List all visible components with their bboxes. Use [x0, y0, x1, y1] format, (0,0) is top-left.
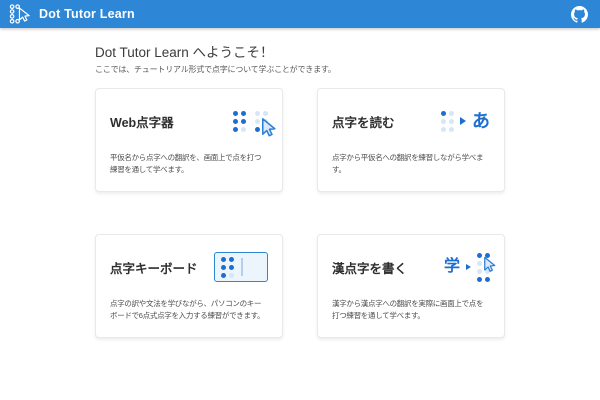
card-grid: Web点字器 平仮名から点字への翻訳を、画面上で点を打つ練習を通して学べます。 …: [95, 88, 505, 338]
braille-dot-on: [441, 111, 446, 116]
braille-dot-off: [263, 111, 268, 116]
braille-dot-off: [485, 269, 490, 274]
braille-dot-on: [221, 273, 226, 278]
card-description: 点字から平仮名への翻訳を練習しながら学べます。: [332, 152, 490, 177]
card-write-kanji-braille[interactable]: 漢点字を書く 学 漢字から漢点字への翻訳を実際に画面上で点を打つ練習を通して学べ…: [317, 234, 505, 338]
braille-dot-on: [221, 257, 226, 262]
braille-dot-off: [255, 111, 260, 116]
card-read-braille[interactable]: 点字を読む あ 点字から平仮名への翻訳を練習しながら学べます。: [317, 88, 505, 192]
braille-dot-off: [477, 261, 482, 266]
braille-dot-off: [485, 261, 490, 266]
text-caret: [241, 258, 243, 276]
card-description: 漢字から漢点字への翻訳を実際に画面上で点を打つ練習を通して学べます。: [332, 298, 490, 323]
braille-dot-off: [441, 127, 446, 132]
braille-dot-on: [229, 265, 234, 270]
braille-cells-cursor-icon: [233, 111, 268, 132]
braille-dot-on: [477, 277, 482, 282]
braille-dot-on: [255, 127, 260, 132]
braille-dot-on: [233, 119, 238, 124]
braille-dot-on: [485, 277, 490, 282]
braille-dot-off: [229, 273, 234, 278]
card-description: 点字の訳や文法を学びながら、パソコンのキーボードで6点式点字を入力する練習ができ…: [110, 298, 268, 323]
braille-cell: [441, 111, 454, 132]
kanji-to-braille-cursor-icon: 学: [444, 253, 490, 282]
card-head: 点字を読む あ: [332, 99, 490, 143]
card-head: Web点字器: [110, 99, 268, 143]
card-head: 漢点字を書く 学: [332, 245, 490, 289]
card-head: 点字キーボード: [110, 245, 268, 289]
braille-dot-off: [263, 119, 268, 124]
card-title: Web点字器: [110, 112, 174, 131]
card-title: 漢点字を書く: [332, 258, 407, 277]
braille-to-kana-icon: あ: [441, 111, 490, 132]
card-description: 平仮名から点字への翻訳を、画面上で点を打つ練習を通して学べます。: [110, 152, 268, 177]
braille-cell: [221, 257, 234, 278]
braille-dot-on: [241, 119, 246, 124]
braille-input-box-icon: [214, 252, 268, 282]
kana-character: あ: [472, 112, 490, 130]
card-title: 点字を読む: [332, 112, 395, 131]
app-header: Dot Tutor Learn: [0, 0, 600, 28]
braille-dot-off: [255, 119, 260, 124]
braille-dot-off: [263, 127, 268, 132]
braille-dot-on: [485, 253, 490, 258]
github-icon[interactable]: [571, 6, 588, 23]
braille-dot-off: [241, 127, 246, 132]
braille-dot-off: [441, 119, 446, 124]
welcome-subtitle: ここでは、チュートリアル形式で点字について学ぶことができます。: [95, 64, 505, 75]
braille-cell: [255, 111, 268, 132]
main-content: Dot Tutor Learn へようこそ！ ここでは、チュートリアル形式で点字…: [0, 28, 600, 338]
braille-dot-on: [233, 127, 238, 132]
braille-dot-on: [221, 265, 226, 270]
kanji-character: 学: [444, 259, 460, 275]
card-web-braille-writer[interactable]: Web点字器 平仮名から点字への翻訳を、画面上で点を打つ練習を通して学べます。: [95, 88, 283, 192]
app-title: Dot Tutor Learn: [39, 7, 135, 21]
braille-dot-on: [233, 111, 238, 116]
braille-dot-on: [241, 111, 246, 116]
welcome-title: Dot Tutor Learn へようこそ！: [95, 41, 505, 61]
app-logo-icon[interactable]: [8, 3, 30, 25]
braille-dot-off: [449, 119, 454, 124]
braille-cell-8dot: [477, 253, 490, 282]
braille-cell: [233, 111, 246, 132]
braille-dot-on: [477, 253, 482, 258]
braille-dot-on: [229, 257, 234, 262]
braille-input-box: [214, 252, 268, 282]
header-left: Dot Tutor Learn: [8, 3, 135, 25]
card-title: 点字キーボード: [110, 258, 198, 277]
braille-dot-off: [449, 127, 454, 132]
braille-dot-off: [449, 111, 454, 116]
arrow-right-icon: [466, 264, 471, 270]
braille-dot-off: [477, 269, 482, 274]
card-braille-keyboard[interactable]: 点字キーボード 点字の訳や文法を学びながら、パソコンのキーボードで6点式点字を入…: [95, 234, 283, 338]
arrow-right-icon: [460, 117, 466, 125]
